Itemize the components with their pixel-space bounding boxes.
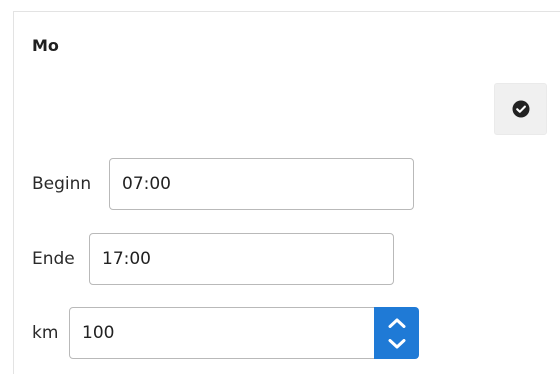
km-input[interactable] bbox=[69, 307, 376, 359]
check-circle-icon bbox=[512, 100, 529, 118]
km-stepper[interactable] bbox=[374, 307, 419, 359]
end-time-input[interactable] bbox=[89, 233, 394, 285]
spin-up-icon[interactable] bbox=[388, 318, 406, 328]
start-label: Beginn bbox=[32, 174, 92, 194]
day-title: Mo bbox=[32, 36, 59, 55]
km-label: km bbox=[32, 323, 59, 343]
confirm-button[interactable] bbox=[494, 83, 547, 135]
end-label: Ende bbox=[32, 249, 75, 269]
start-time-input[interactable] bbox=[109, 158, 414, 210]
spin-down-icon[interactable] bbox=[388, 338, 406, 349]
